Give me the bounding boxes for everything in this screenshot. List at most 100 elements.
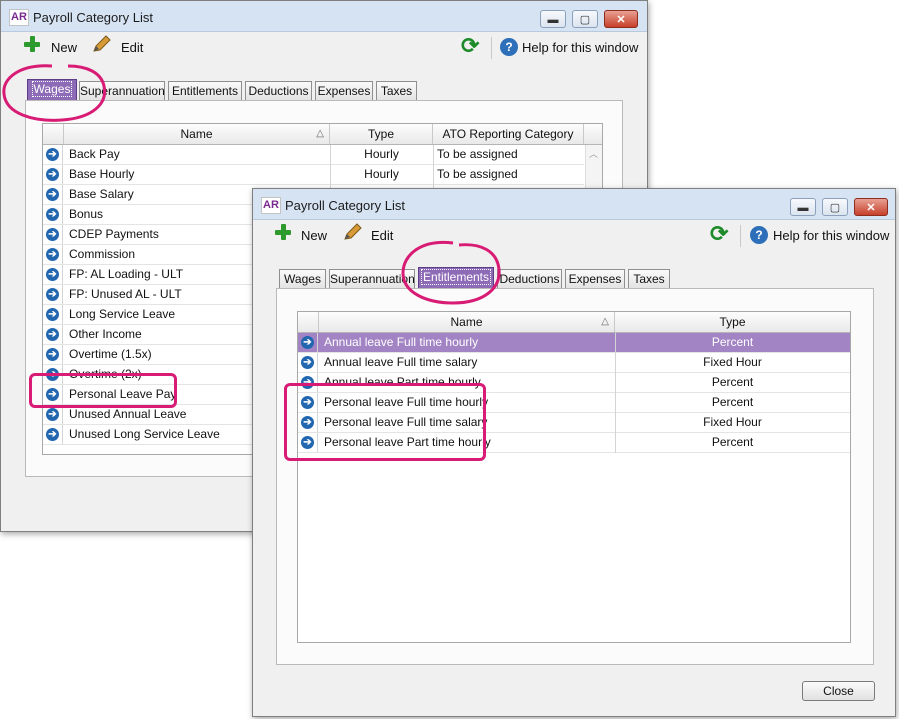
- back-toolbar: New Edit ⟳ ? Help for this window: [1, 32, 647, 62]
- row-icon-cell: ➔: [298, 413, 318, 432]
- row-icon-cell: ➔: [43, 265, 63, 284]
- arrow-right-icon[interactable]: ➔: [46, 408, 59, 421]
- minimize-button[interactable]: ▬: [540, 10, 566, 28]
- row-icon-cell: ➔: [43, 205, 63, 224]
- arrow-right-icon[interactable]: ➔: [301, 396, 314, 409]
- tab-taxes[interactable]: Taxes: [376, 81, 417, 100]
- name-cell: Personal leave Part time hourly: [324, 435, 491, 449]
- tab-expenses[interactable]: Expenses: [565, 269, 625, 288]
- row-icon-cell: ➔: [43, 285, 63, 304]
- new-button[interactable]: New: [301, 226, 327, 246]
- arrow-right-icon[interactable]: ➔: [301, 356, 314, 369]
- close-window-button[interactable]: ✕: [604, 10, 638, 28]
- refresh-icon[interactable]: ⟳: [461, 35, 481, 57]
- row-icon-cell: ➔: [298, 373, 318, 392]
- arrow-right-icon[interactable]: ➔: [46, 288, 59, 301]
- minimize-button[interactable]: ▬: [790, 198, 816, 216]
- table-row[interactable]: ➔ Annual leave Full time salary Fixed Hour: [298, 353, 850, 373]
- edit-button[interactable]: Edit: [121, 38, 143, 58]
- pencil-icon: [344, 223, 362, 240]
- tab-expenses[interactable]: Expenses: [315, 81, 373, 100]
- edit-button[interactable]: Edit: [371, 226, 393, 246]
- close-button[interactable]: Close: [802, 681, 875, 701]
- row-icon-cell: ➔: [298, 433, 318, 452]
- tab-deductions[interactable]: Deductions: [497, 269, 562, 288]
- sort-ascending-icon: △: [316, 128, 324, 139]
- arrow-right-icon[interactable]: ➔: [46, 328, 59, 341]
- arrow-right-icon[interactable]: ➔: [46, 248, 59, 261]
- front-window: AR Payroll Category List ▬ ▢ ✕ New Edit …: [252, 188, 896, 717]
- column-header-icon: [43, 124, 64, 144]
- arrow-right-icon[interactable]: ➔: [46, 308, 59, 321]
- column-header-type[interactable]: Type: [615, 312, 850, 332]
- arrow-right-icon[interactable]: ➔: [301, 336, 314, 349]
- table-row[interactable]: ➔ Annual leave Part time hourly Percent: [298, 373, 850, 393]
- name-cell: Annual leave Part time hourly: [324, 375, 481, 389]
- table-row[interactable]: ➔ Annual leave Full time hourly Percent: [298, 333, 850, 353]
- app-logo: AR: [261, 197, 281, 214]
- column-header-ato[interactable]: ATO Reporting Category: [433, 124, 584, 144]
- plus-icon: [23, 35, 41, 53]
- row-icon-cell: ➔: [298, 353, 318, 372]
- table-row[interactable]: ➔ Personal leave Part time hourly Percent: [298, 433, 850, 453]
- arrow-right-icon[interactable]: ➔: [46, 388, 59, 401]
- toolbar-separator: [740, 225, 741, 247]
- table-row[interactable]: ➔ Personal leave Full time hourly Percent: [298, 393, 850, 413]
- column-header-name[interactable]: Name △: [64, 124, 330, 144]
- arrow-right-icon[interactable]: ➔: [46, 268, 59, 281]
- type-cell: Percent: [711, 395, 754, 409]
- column-header-icon: [298, 312, 319, 332]
- table-row[interactable]: ➔ Personal leave Full time salary Fixed Ho…: [298, 413, 850, 433]
- row-icon-cell: ➔: [298, 393, 318, 412]
- grid-header: Name △ Type: [298, 312, 850, 333]
- help-button[interactable]: Help for this window: [773, 226, 889, 246]
- front-tabs: Wages Superannuation Entitlements Deduct…: [279, 267, 879, 289]
- help-button[interactable]: Help for this window: [522, 38, 638, 58]
- arrow-right-icon[interactable]: ➔: [46, 228, 59, 241]
- row-icon-cell: ➔: [43, 425, 63, 444]
- name-cell: Annual leave Full time salary: [324, 355, 478, 369]
- name-cell: Personal leave Full time hourly: [324, 395, 489, 409]
- grid-header: Name △ Type ATO Reporting Category: [43, 124, 602, 145]
- arrow-right-icon[interactable]: ➔: [301, 436, 314, 449]
- arrow-right-icon[interactable]: ➔: [46, 428, 59, 441]
- help-icon[interactable]: ?: [500, 38, 518, 56]
- new-button[interactable]: New: [51, 38, 77, 58]
- column-divider: [615, 333, 616, 453]
- window-title: Payroll Category List: [285, 198, 405, 213]
- arrow-right-icon[interactable]: ➔: [46, 368, 59, 381]
- arrow-right-icon[interactable]: ➔: [301, 416, 314, 429]
- row-icon-cell: ➔: [43, 225, 63, 244]
- tab-wages[interactable]: Wages: [279, 269, 326, 288]
- refresh-icon[interactable]: ⟳: [710, 223, 730, 245]
- toolbar-separator: [491, 37, 492, 59]
- back-titlebar[interactable]: AR Payroll Category List ▬ ▢ ✕: [1, 1, 647, 32]
- maximize-button[interactable]: ▢: [572, 10, 598, 28]
- row-icon-cell: ➔: [298, 333, 318, 352]
- row-icon-cell: ➔: [43, 165, 63, 184]
- tab-taxes[interactable]: Taxes: [628, 269, 670, 288]
- row-icon-cell: ➔: [43, 345, 63, 364]
- column-header-type[interactable]: Type: [330, 124, 433, 144]
- table-row[interactable]: ➔ Base Hourly Hourly To be assigned: [43, 165, 584, 185]
- arrow-right-icon[interactable]: ➔: [301, 376, 314, 389]
- tab-entitlements[interactable]: Entitlements: [168, 81, 242, 100]
- tab-deductions[interactable]: Deductions: [245, 81, 312, 100]
- entitlements-row-container: ➔ Annual leave Full time hourly Percent ➔ An…: [298, 333, 850, 641]
- window-title: Payroll Category List: [33, 10, 153, 25]
- type-cell: Fixed Hour: [703, 415, 762, 429]
- table-row[interactable]: ➔ Back Pay Hourly To be assigned: [43, 145, 584, 165]
- maximize-button[interactable]: ▢: [822, 198, 848, 216]
- arrow-right-icon[interactable]: ➔: [46, 348, 59, 361]
- sort-ascending-icon: △: [601, 316, 609, 327]
- arrow-right-icon[interactable]: ➔: [46, 148, 59, 161]
- help-icon[interactable]: ?: [750, 226, 768, 244]
- arrow-right-icon[interactable]: ➔: [46, 208, 59, 221]
- row-icon-cell: ➔: [43, 365, 63, 384]
- arrow-right-icon[interactable]: ➔: [46, 188, 59, 201]
- column-header-name[interactable]: Name △: [319, 312, 615, 332]
- arrow-right-icon[interactable]: ➔: [46, 168, 59, 181]
- scroll-up-arrow-icon[interactable]: ︿: [589, 147, 598, 160]
- front-titlebar[interactable]: AR Payroll Category List ▬ ▢ ✕: [253, 189, 895, 220]
- close-window-button[interactable]: ✕: [854, 198, 888, 216]
